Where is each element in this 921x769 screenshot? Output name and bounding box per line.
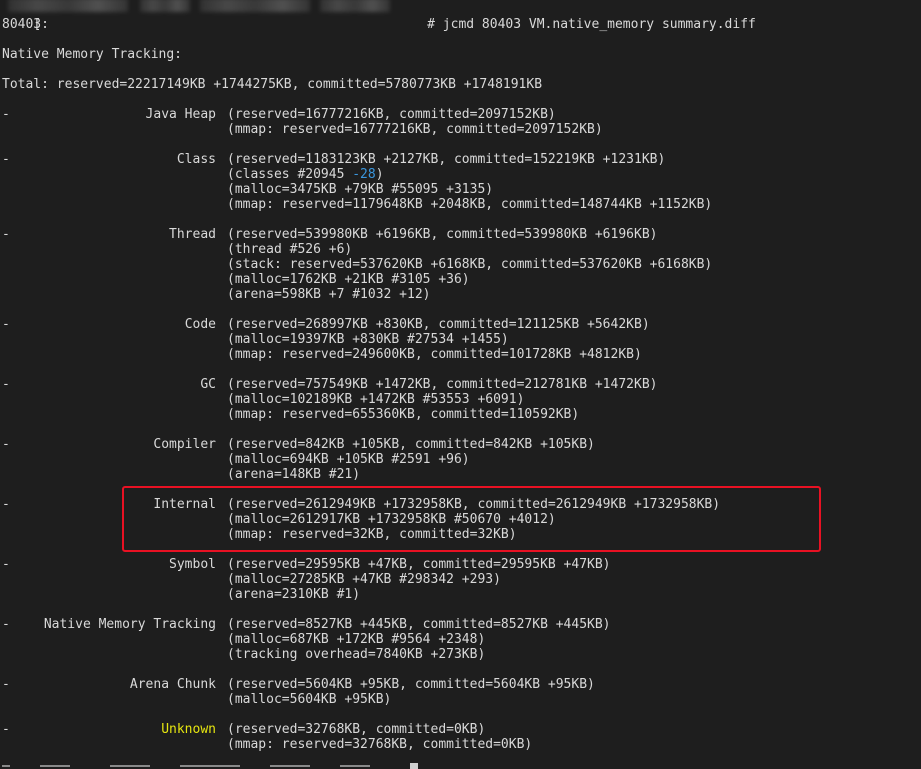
section-line: (malloc=3475KB +79KB #55095 +3135) [227, 182, 494, 197]
section-line: (reserved=29595KB +47KB, committed=29595… [227, 557, 611, 572]
section-label-gc: GC [200, 377, 216, 392]
command-text: # jcmd 80403 VM.native_memory summary.di… [427, 17, 756, 32]
section-line: (reserved=1183123KB +2127KB, committed=1… [227, 152, 666, 167]
total-line: Total: reserved=22217149KB +1744275KB, c… [2, 77, 543, 92]
section-dash: - [2, 107, 10, 122]
section-line: (reserved=32768KB, committed=0KB) [227, 722, 486, 737]
section-line: (mmap: reserved=655360KB, committed=1105… [227, 407, 580, 422]
section-label-symbol: Symbol [169, 557, 216, 572]
section-line: (mmap: reserved=249600KB, committed=1017… [227, 347, 642, 362]
section-line: (tracking overhead=7840KB +273KB) [227, 647, 486, 662]
section-label-class: Class [176, 152, 216, 167]
section-label-native-memory-tracking: Native Memory Tracking [43, 617, 216, 632]
section-line: (malloc=2612917KB +1732958KB #50670 +401… [227, 512, 556, 527]
section-line: (reserved=16777216KB, committed=2097152K… [227, 107, 556, 122]
section-line: (classes #20945 -28) [227, 167, 384, 182]
nmt-header: Native Memory Tracking: [2, 47, 183, 62]
section-line: (reserved=5604KB +95KB, committed=5604KB… [227, 677, 595, 692]
terminal-window[interactable]: [# jcmd 80403 VM.native_memory summary.d… [0, 0, 921, 769]
section-line: (mmap: reserved=32768KB, committed=0KB) [227, 737, 533, 752]
section-line: (malloc=694KB +105KB #2591 +96) [227, 452, 470, 467]
section-dash: - [2, 557, 10, 572]
cutoff-next-line [0, 763, 921, 769]
section-label-java-heap: Java Heap [145, 107, 216, 122]
pid-line: 80403: [2, 17, 49, 32]
section-dash: - [2, 722, 10, 737]
section-line: (malloc=102189KB +1472KB #53553 +6091) [227, 392, 525, 407]
section-line: (mmap: reserved=32KB, committed=32KB) [227, 527, 517, 542]
section-line: (malloc=1762KB +21KB #3105 +36) [227, 272, 470, 287]
section-line: (arena=2310KB #1) [227, 587, 361, 602]
section-label-code: Code [184, 317, 216, 332]
section-dash: - [2, 497, 10, 512]
section-dash: - [2, 377, 10, 392]
classes-count: (classes #20945 [227, 167, 353, 182]
section-line: (malloc=27285KB +47KB #298342 +293) [227, 572, 501, 587]
classes-close: ) [375, 167, 384, 182]
section-line: (reserved=268997KB +830KB, committed=121… [227, 317, 650, 332]
section-label-internal: Internal [153, 497, 216, 512]
section-dash: - [2, 317, 10, 332]
section-line: (thread #526 +6) [227, 242, 353, 257]
section-line: (mmap: reserved=16777216KB, committed=20… [227, 122, 603, 137]
section-dash: - [2, 227, 10, 242]
classes-delta: -28 [352, 167, 376, 182]
section-dash: - [2, 617, 10, 632]
section-line: (reserved=842KB +105KB, committed=842KB … [227, 437, 595, 452]
section-line: (arena=598KB +7 #1032 +12) [227, 287, 431, 302]
section-label-arena-chunk: Arena Chunk [129, 677, 216, 692]
section-dash: - [2, 437, 10, 452]
section-label-thread: Thread [169, 227, 216, 242]
section-line: (reserved=2612949KB +1732958KB, committe… [227, 497, 721, 512]
section-line: (stack: reserved=537620KB +6168KB, commi… [227, 257, 713, 272]
section-line: (reserved=8527KB +445KB, committed=8527K… [227, 617, 611, 632]
section-label-unknown: Unknown [161, 722, 216, 737]
section-line: (reserved=539980KB +6196KB, committed=53… [227, 227, 658, 242]
section-dash: - [2, 152, 10, 167]
section-line: (mmap: reserved=1179648KB +2048KB, commi… [227, 197, 713, 212]
section-dash: - [2, 677, 10, 692]
section-line: (arena=148KB #21) [227, 467, 361, 482]
section-line: (malloc=19397KB +830KB #27534 +1455) [227, 332, 509, 347]
section-line: (malloc=687KB +172KB #9564 +2348) [227, 632, 486, 647]
prompt-line: [# jcmd 80403 VM.native_memory summary.d… [2, 2, 756, 32]
section-label-compiler: Compiler [153, 437, 216, 452]
section-line: (reserved=757549KB +1472KB, committed=21… [227, 377, 658, 392]
section-line: (malloc=5604KB +95KB) [227, 692, 392, 707]
